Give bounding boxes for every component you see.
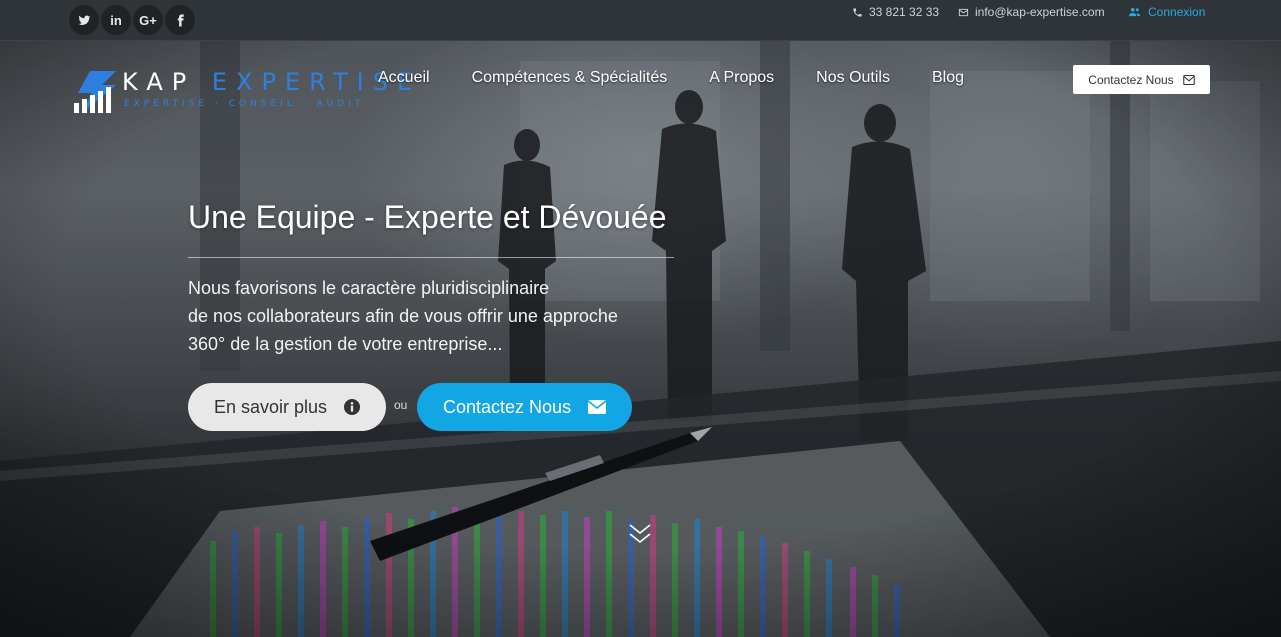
phone-info: 33 821 32 33 (852, 5, 952, 19)
hero-lead-line: Nous favorisons le caractère pluridiscip… (188, 278, 550, 298)
or-separator: ou (394, 398, 408, 412)
nav-contact-button[interactable]: Contactez Nous (1073, 65, 1210, 94)
login-label[interactable]: Connexion (1148, 5, 1205, 19)
nav-item-blog[interactable]: Blog (932, 69, 964, 87)
hero-contact-button[interactable]: Contactez Nous (417, 383, 632, 431)
learn-more-button[interactable]: En savoir plus (188, 383, 386, 431)
google-plus-icon[interactable]: G+ (133, 5, 163, 35)
hero-lead-line: 360° de la gestion de votre entreprise..… (188, 334, 503, 354)
logo-wordmark: KAP EXPERTISE (122, 69, 421, 95)
hero-contact-label: Contactez Nous (443, 396, 572, 417)
logo-mark-icon (74, 71, 116, 113)
twitter-icon[interactable] (69, 5, 99, 35)
learn-more-label: En savoir plus (214, 396, 328, 417)
envelope-icon (958, 8, 969, 16)
email-link[interactable]: info@kap-expertise.com (975, 5, 1105, 19)
nav-item-a-propos[interactable]: A Propos (709, 69, 774, 87)
hero-divider (188, 257, 674, 258)
envelope-icon (1182, 74, 1195, 85)
phone-icon (853, 7, 862, 17)
email-info[interactable]: info@kap-expertise.com (958, 5, 1128, 19)
logo-tagline: EXPERTISE · CONSEIL · AUDIT (124, 99, 365, 109)
main-nav: Accueil Compétences & Spécialités A Prop… (378, 69, 1006, 87)
site-logo[interactable]: KAP EXPERTISE EXPERTISE · CONSEIL · AUDI… (72, 69, 412, 117)
social-links: in G+ (69, 5, 195, 35)
scroll-down-chevron-icon[interactable] (627, 521, 653, 547)
users-icon (1129, 7, 1141, 16)
top-bar: in G+ 33 821 32 33 info@kap-expertise.co… (0, 0, 1281, 41)
envelope-icon (588, 400, 606, 414)
hero-lead-line: de nos collaborateurs afin de vous offri… (188, 306, 618, 326)
nav-item-competences[interactable]: Compétences & Spécialités (472, 69, 668, 87)
hero-lead: Nous favorisons le caractère pluridiscip… (188, 274, 708, 358)
info-icon (344, 399, 360, 415)
nav-contact-label: Contactez Nous (1088, 72, 1174, 87)
hero-headline: Une Equipe - Experte et Dévouée (188, 199, 667, 235)
login-link[interactable]: Connexion (1128, 5, 1218, 19)
logo-name-first: KAP (122, 68, 212, 96)
facebook-icon[interactable] (165, 5, 195, 35)
nav-item-nos-outils[interactable]: Nos Outils (816, 69, 890, 87)
nav-item-accueil[interactable]: Accueil (378, 69, 430, 87)
phone-number: 33 821 32 33 (869, 5, 940, 19)
linkedin-icon[interactable]: in (101, 5, 131, 35)
hero-section: KAP EXPERTISE EXPERTISE · CONSEIL · AUDI… (0, 41, 1281, 637)
